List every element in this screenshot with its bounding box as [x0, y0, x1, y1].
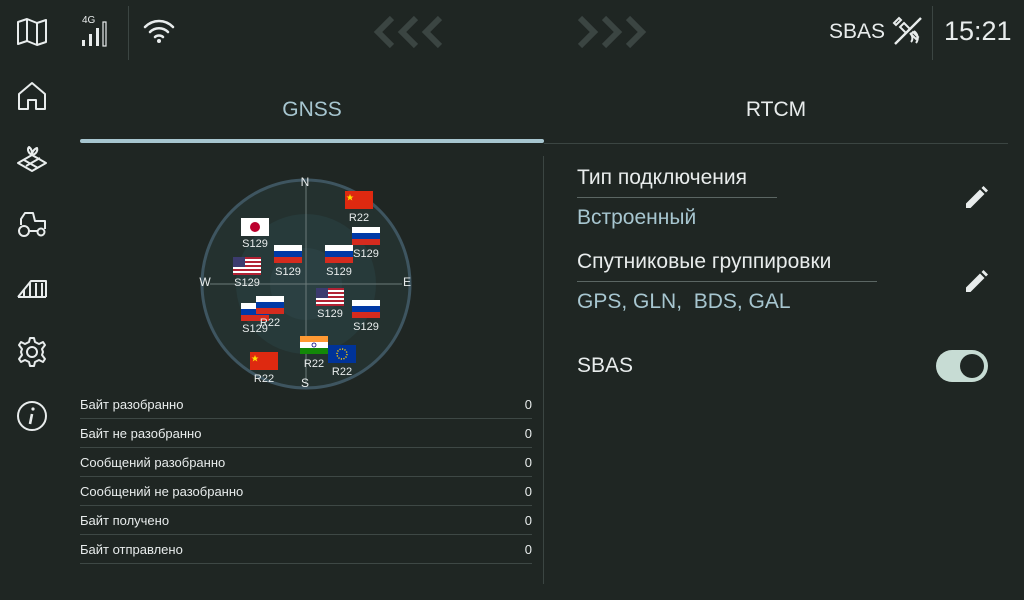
satellite-label: S129 [326, 266, 352, 278]
compass-north: N [300, 175, 310, 189]
table-row: Сообщений разобранно 0 [80, 448, 532, 477]
sbas-toggle[interactable] [936, 350, 988, 382]
field-underline [577, 197, 777, 198]
clock: 15:21 [944, 16, 1012, 46]
sbas-status: SBAS [829, 20, 886, 43]
satellite-label: S129 [275, 266, 301, 278]
flag-russia-icon[interactable] [256, 296, 284, 314]
stat-label: Байт не разобранно [80, 426, 202, 441]
satellite-label: R22 [348, 212, 370, 224]
chevrons-left-icon[interactable] [370, 12, 454, 52]
stat-label: Байт получено [80, 513, 170, 528]
connection-type-label: Тип подключения [577, 166, 747, 189]
stat-value: 0 [524, 542, 532, 557]
flag-eu-icon[interactable] [328, 345, 356, 363]
flag-russia-icon[interactable] [352, 300, 380, 318]
satellite-label: S129 [242, 238, 268, 250]
sidebar [0, 0, 64, 600]
pencil-icon [966, 186, 988, 208]
flag-india-icon[interactable] [300, 336, 328, 354]
flag-china-icon[interactable] [345, 191, 373, 209]
table-row: Байт не разобранно 0 [80, 419, 532, 448]
status-bar: 4G SBAS 15:21 [64, 0, 1024, 64]
stat-label: Байт отправлено [80, 542, 183, 557]
stat-label: Сообщений не разобранно [80, 484, 244, 499]
flag-russia-icon[interactable] [274, 245, 302, 263]
tractor-icon[interactable] [14, 206, 50, 242]
stat-value: 0 [524, 484, 532, 499]
field-underline [577, 281, 877, 282]
divider [128, 6, 129, 60]
signal-icon [82, 21, 107, 47]
stat-value: 0 [524, 397, 532, 412]
satellite-label: S129 [234, 277, 260, 289]
stat-label: Сообщений разобранно [80, 455, 226, 470]
flag-china-icon[interactable] [250, 352, 278, 370]
compass-east: E [402, 275, 411, 289]
map-icon[interactable] [14, 14, 50, 50]
edit-constellations-button[interactable] [958, 264, 994, 300]
edit-connection-button[interactable] [958, 180, 994, 216]
stat-label: Байт разобранно [80, 397, 184, 412]
info-icon[interactable] [14, 398, 50, 434]
compass-west: W [199, 275, 211, 289]
implement-icon[interactable] [14, 270, 50, 306]
skyplot: N E S W R22 S129 S129 S129 S129 S129 S12… [196, 174, 416, 394]
tab-rtcm[interactable]: RTCM [544, 98, 1008, 122]
satellite-label: R22 [253, 373, 275, 385]
satellite-label: R22 [331, 366, 353, 378]
flag-russia-icon[interactable] [325, 245, 353, 263]
flag-usa-icon[interactable] [316, 288, 344, 306]
table-row: Байт отправлено 0 [80, 535, 532, 564]
tab-divider [544, 143, 1008, 144]
stat-value: 0 [524, 426, 532, 441]
divider [932, 6, 933, 60]
table-row: Байт разобранно 0 [80, 390, 532, 419]
constellations-value: GPS, GLN, BDS, GAL [577, 290, 791, 313]
chevrons-right-icon[interactable] [572, 12, 656, 52]
table-row: Сообщений не разобранно 0 [80, 477, 532, 506]
satellite-label: R22 [259, 317, 281, 329]
stat-value: 0 [524, 513, 532, 528]
flag-usa-icon[interactable] [233, 257, 261, 275]
compass-south: S [300, 376, 309, 390]
home-icon[interactable] [14, 78, 50, 114]
flag-japan-icon[interactable] [241, 218, 269, 236]
stat-value: 0 [524, 455, 532, 470]
flag-russia-icon[interactable] [352, 227, 380, 245]
sbas-label: SBAS [577, 354, 634, 377]
satellite-label: S129 [317, 308, 343, 320]
satellite-off-icon [892, 16, 922, 45]
pencil-icon [966, 270, 988, 292]
satellite-label: S129 [353, 321, 379, 333]
connection-type-value: Встроенный [577, 206, 697, 229]
field-icon[interactable] [14, 142, 50, 178]
stats-table: Байт разобранно 0 Байт не разобранно 0 С… [80, 390, 532, 564]
table-row: Байт получено 0 [80, 506, 532, 535]
constellations-label: Спутниковые группировки [577, 250, 832, 273]
tab-gnss[interactable]: GNSS [80, 98, 544, 122]
gear-icon[interactable] [14, 334, 50, 370]
wifi-icon [143, 19, 175, 43]
active-tab-indicator [80, 139, 544, 143]
toggle-knob [960, 354, 984, 378]
panel-divider [543, 156, 544, 584]
